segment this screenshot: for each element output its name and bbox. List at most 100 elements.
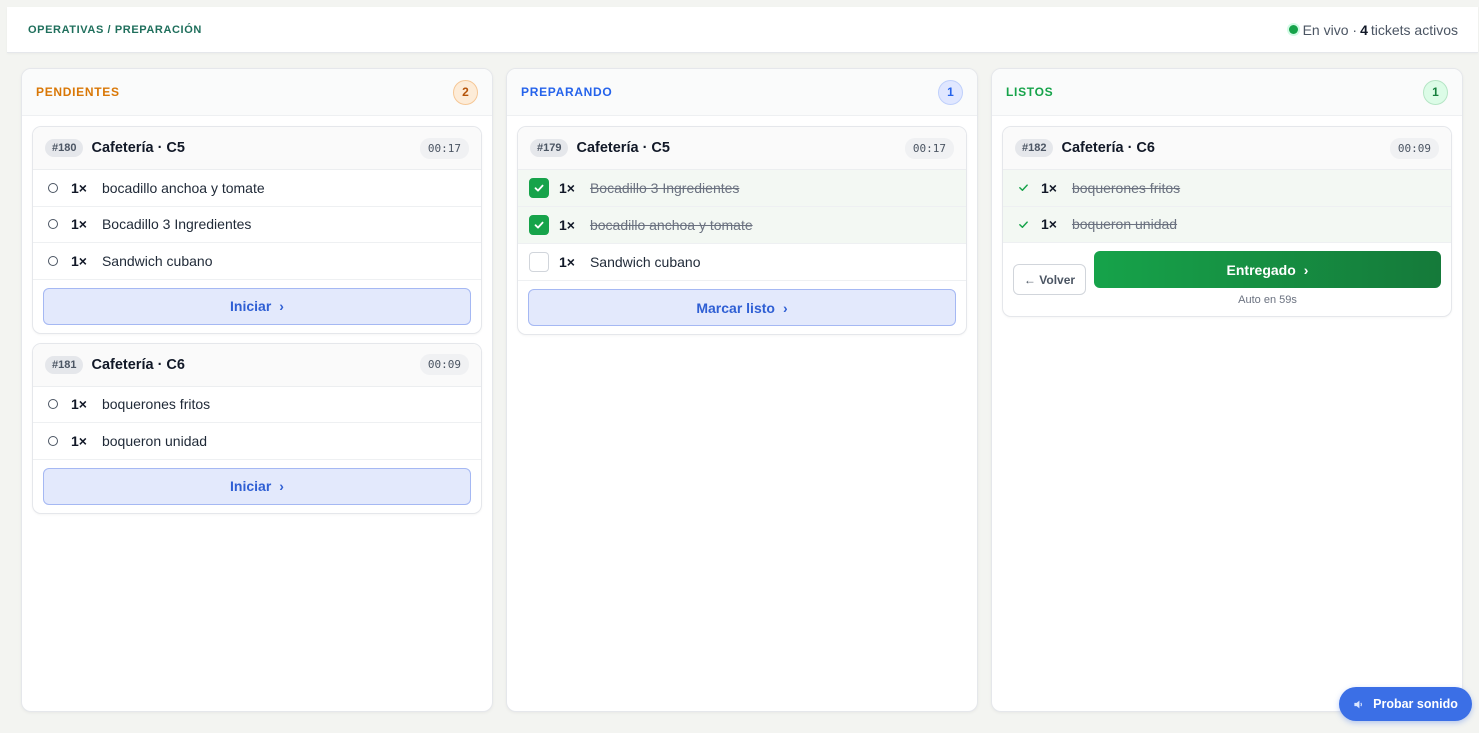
checkbox-checked[interactable] <box>529 178 549 198</box>
column-pendientes: PENDIENTES 2 #180 Cafetería · C5 00:17 1… <box>21 68 493 712</box>
live-label: En vivo · <box>1302 21 1358 38</box>
ticket-id-badge: #180 <box>45 139 84 157</box>
speaker-icon <box>1353 699 1364 710</box>
chevron-right-icon: › <box>279 478 284 494</box>
item-name: boquerones fritos <box>1071 179 1181 196</box>
auto-deliver-note: Auto en 59s <box>1238 294 1297 306</box>
ticket-item[interactable]: 1× Bocadillo 3 Ingredientes <box>33 207 481 243</box>
ticket-header: #181 Cafetería · C6 00:09 <box>33 343 481 387</box>
radio-circle-icon[interactable] <box>48 182 58 193</box>
item-qty: 1× <box>559 217 575 233</box>
item-qty: 1× <box>71 252 87 269</box>
ticket-item[interactable]: 1× Sandwich cubano <box>33 243 481 280</box>
ticket-footer: Iniciar › <box>33 280 481 333</box>
start-button[interactable]: Iniciar › <box>43 287 471 325</box>
radio-circle-icon[interactable] <box>48 219 58 230</box>
ready-actions: ← Volver Entregado › Auto en 59s <box>1013 251 1441 306</box>
column-header: PENDIENTES 2 <box>22 69 492 116</box>
delivered-label: Entregado <box>1226 261 1296 278</box>
item-qty: 1× <box>71 432 87 449</box>
active-ticket-label: tickets activos <box>1370 21 1458 38</box>
ticket-name: Cafetería · C6 <box>91 356 185 373</box>
column-header: LISTOS 1 <box>992 69 1462 116</box>
column-preparando: PREPARANDO 1 #179 Cafetería · C5 00:17 1… <box>506 68 978 712</box>
item-name: Bocadillo 3 Ingredientes <box>101 216 252 233</box>
radio-circle-icon[interactable] <box>48 435 58 446</box>
ticket-card: #180 Cafetería · C5 00:17 1× bocadillo a… <box>32 126 482 334</box>
check-icon <box>534 184 544 192</box>
item-name: bocadillo anchoa y tomate <box>101 179 265 196</box>
ticket-timer: 00:09 <box>1389 137 1439 159</box>
test-sound-label: Probar sonido <box>1373 697 1458 711</box>
breadcrumb: OPERATIVAS / PREPARACIÓN <box>28 23 202 36</box>
checkbox-unchecked[interactable] <box>529 252 549 272</box>
item-qty: 1× <box>71 216 87 233</box>
item-name: boqueron unidad <box>1071 216 1178 233</box>
live-status: En vivo · 4 tickets activos <box>1288 21 1458 38</box>
ticket-item[interactable]: 1× boqueron unidad <box>33 423 481 460</box>
ticket-name: Cafetería · C6 <box>1061 140 1155 156</box>
item-qty: 1× <box>71 396 87 413</box>
column-title: PENDIENTES <box>36 85 120 99</box>
ticket-card: #179 Cafetería · C5 00:17 1× Bocadillo 3… <box>517 126 967 335</box>
ticket-id-badge: #179 <box>530 139 569 157</box>
chevron-right-icon: › <box>782 299 788 316</box>
start-button[interactable]: Iniciar › <box>43 467 471 505</box>
ticket-footer: Iniciar › <box>33 460 481 513</box>
item-qty: 1× <box>1041 216 1057 233</box>
item-qty: 1× <box>71 179 87 196</box>
live-dot-icon <box>1288 25 1298 34</box>
column-body: #182 Cafetería · C6 00:09 1× boquerones … <box>992 116 1462 336</box>
check-icon <box>534 221 544 229</box>
ticket-name: Cafetería · C5 <box>576 140 670 156</box>
ticket-timer: 00:17 <box>419 137 469 159</box>
ticket-item: 1× boqueron unidad <box>1003 206 1451 243</box>
start-button-label: Iniciar <box>230 478 272 494</box>
radio-circle-icon[interactable] <box>48 399 58 410</box>
item-qty: 1× <box>559 254 575 270</box>
item-name: boqueron unidad <box>101 432 208 449</box>
ticket-header: #182 Cafetería · C6 00:09 <box>1003 127 1451 170</box>
top-bar: OPERATIVAS / PREPARACIÓN En vivo · 4 tic… <box>7 7 1478 53</box>
deliver-wrap: Entregado › Auto en 59s <box>1094 251 1441 306</box>
active-ticket-count: 4 <box>1360 21 1368 38</box>
item-name: Bocadillo 3 Ingredientes <box>589 180 740 196</box>
back-button[interactable]: ← Volver <box>1013 264 1086 295</box>
test-sound-button[interactable]: Probar sonido <box>1339 687 1472 721</box>
ticket-item[interactable]: 1× Bocadillo 3 Ingredientes <box>518 170 966 207</box>
ticket-item[interactable]: 1× bocadillo anchoa y tomate <box>518 207 966 244</box>
kanban-board: PENDIENTES 2 #180 Cafetería · C5 00:17 1… <box>21 68 1463 712</box>
ticket-item: 1× boquerones fritos <box>1003 170 1451 207</box>
column-body: #179 Cafetería · C5 00:17 1× Bocadillo 3… <box>507 116 977 354</box>
column-title: LISTOS <box>1006 85 1054 99</box>
ticket-header: #180 Cafetería · C5 00:17 <box>33 127 481 170</box>
column-body: #180 Cafetería · C5 00:17 1× bocadillo a… <box>22 116 492 533</box>
item-name: Sandwich cubano <box>589 254 701 270</box>
ticket-header: #179 Cafetería · C5 00:17 <box>518 127 966 170</box>
ticket-item[interactable]: 1× bocadillo anchoa y tomate <box>33 170 481 207</box>
column-count-badge: 2 <box>453 79 478 105</box>
item-name: bocadillo anchoa y tomate <box>589 217 753 233</box>
check-icon <box>1018 182 1029 193</box>
column-header: PREPARANDO 1 <box>507 69 977 116</box>
ticket-id-badge: #182 <box>1015 139 1054 157</box>
ticket-card: #182 Cafetería · C6 00:09 1× boquerones … <box>1002 126 1452 317</box>
ticket-item[interactable]: 1× Sandwich cubano <box>518 244 966 281</box>
checkbox-checked[interactable] <box>529 215 549 235</box>
column-title: PREPARANDO <box>521 85 613 99</box>
item-name: Sandwich cubano <box>101 252 213 269</box>
ticket-name: Cafetería · C5 <box>91 140 185 156</box>
radio-circle-icon[interactable] <box>48 255 58 266</box>
column-count-badge: 1 <box>1423 79 1448 105</box>
ticket-footer: ← Volver Entregado › Auto en 59s <box>1003 243 1451 316</box>
ticket-timer: 00:09 <box>419 354 469 375</box>
mark-ready-label: Marcar listo <box>696 299 775 316</box>
start-button-label: Iniciar <box>230 298 272 314</box>
chevron-right-icon: › <box>1303 261 1309 278</box>
mark-ready-button[interactable]: Marcar listo › <box>528 289 956 326</box>
delivered-button[interactable]: Entregado › <box>1094 251 1441 288</box>
ticket-item[interactable]: 1× boquerones fritos <box>33 387 481 423</box>
check-icon <box>1018 219 1029 230</box>
ticket-id-badge: #181 <box>45 355 84 374</box>
item-name: boquerones fritos <box>101 396 211 413</box>
